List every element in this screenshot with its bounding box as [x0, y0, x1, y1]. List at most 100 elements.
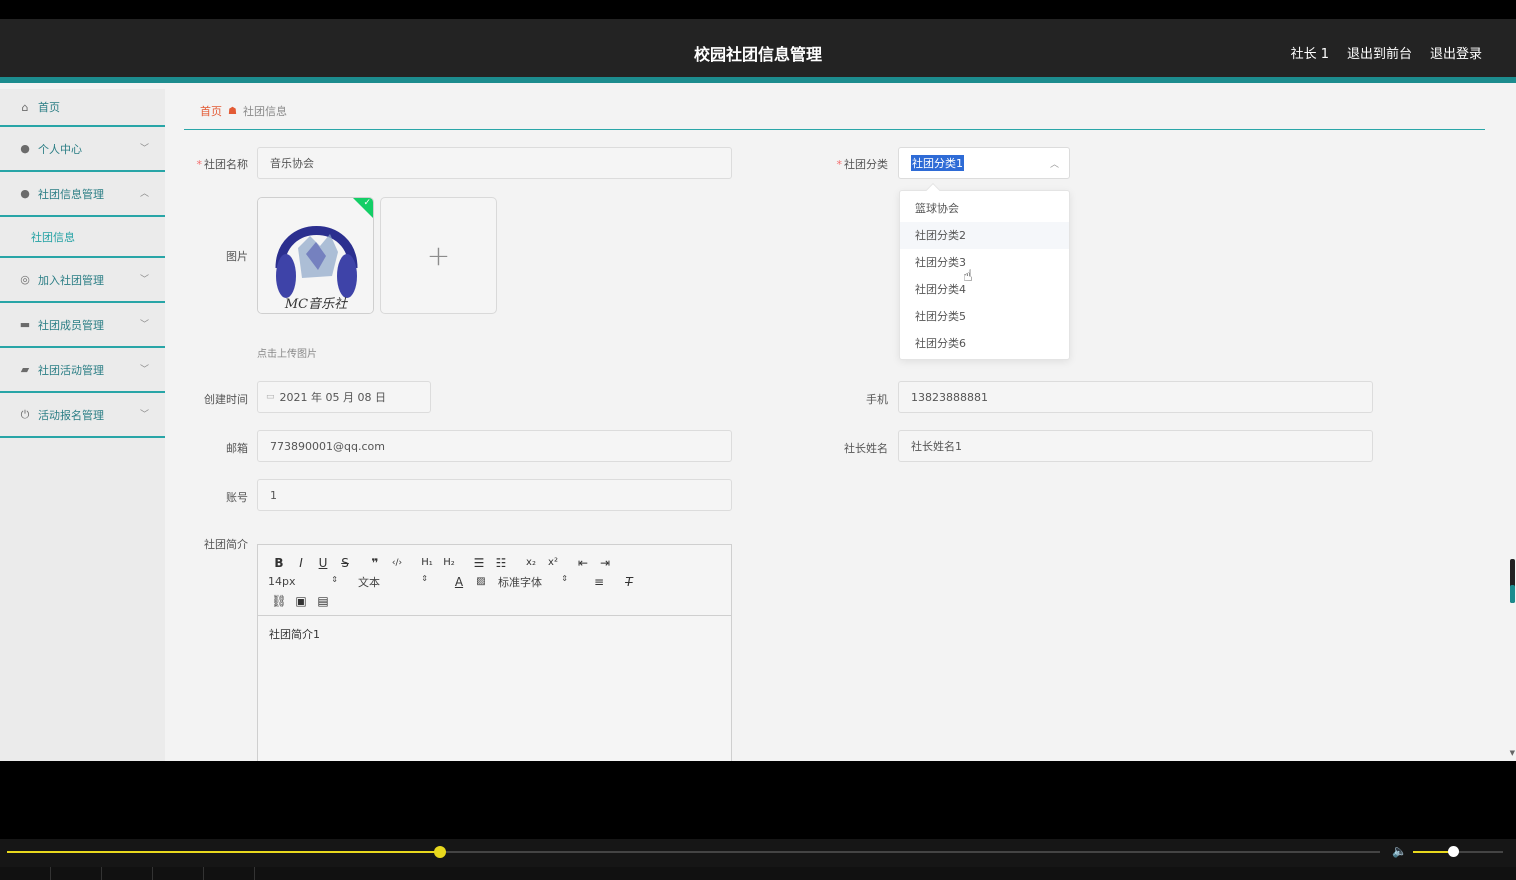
- outdent-icon[interactable]: ⇤: [572, 556, 594, 570]
- clear-format-icon[interactable]: T̶: [618, 575, 640, 589]
- volume-bar-remaining[interactable]: [1453, 851, 1503, 853]
- seek-bar-remaining[interactable]: [440, 851, 1380, 853]
- leader-name-input[interactable]: 社长姓名1: [898, 430, 1373, 462]
- sidebar-subitem-club-info[interactable]: 社团信息: [0, 217, 165, 258]
- taskbar-slot[interactable]: [0, 867, 51, 880]
- sidebar-item-label: 个人中心: [38, 142, 82, 156]
- taskbar-slot[interactable]: [204, 867, 255, 880]
- taskbar-slot[interactable]: [51, 867, 102, 880]
- seek-knob[interactable]: [434, 846, 446, 858]
- sidebar-item-join-club[interactable]: ◎ 加入社团管理 ﹀: [0, 258, 165, 303]
- user-icon: ●: [20, 142, 30, 155]
- sidebar-item-club-info[interactable]: ● 社团信息管理 ︿: [0, 172, 165, 217]
- font-color-icon[interactable]: A: [448, 575, 470, 589]
- sidebar-item-label: 社团信息管理: [38, 187, 104, 201]
- dropdown-option[interactable]: 社团分类5: [900, 303, 1069, 330]
- top-letterbox: [0, 0, 1516, 19]
- font-size-select[interactable]: 14px ⇕: [268, 575, 358, 588]
- chevron-down-icon: ﹀: [139, 275, 149, 285]
- chevron-up-icon: ︿: [139, 189, 149, 199]
- editor-toolbar: B I U S ❞ ‹/› H₁ H₂ ☰ ☷ x₂ x² ⇤ ⇥ 14px⇕: [258, 545, 731, 616]
- subscript-icon[interactable]: x₂: [520, 557, 542, 568]
- category-select[interactable]: 社团分类1 ︿: [898, 147, 1070, 179]
- chevron-down-icon: ﹀: [139, 365, 149, 375]
- volume-bar-level[interactable]: [1413, 851, 1453, 853]
- app-title: 校园社团信息管理: [693, 45, 822, 64]
- blockquote-icon[interactable]: ❞: [364, 556, 386, 570]
- uploaded-image-thumbnail[interactable]: MC音乐社 ✓: [257, 197, 374, 314]
- updown-icon: ⇕: [331, 575, 338, 584]
- account-input[interactable]: 1: [257, 479, 732, 511]
- club-name-input[interactable]: 音乐协会: [257, 147, 732, 179]
- text-type-select[interactable]: 文本 ⇕: [358, 574, 448, 590]
- updown-icon: ⇕: [561, 573, 568, 583]
- calendar-icon: ▭: [266, 392, 275, 402]
- chevron-down-icon: ﹀: [139, 410, 149, 420]
- phone-input[interactable]: 13823888881: [898, 381, 1373, 413]
- hand-cursor-icon: ☝: [963, 266, 973, 285]
- email-input[interactable]: 773890001@qq.com: [257, 430, 732, 462]
- heading1-icon[interactable]: H₁: [416, 557, 438, 568]
- bullet-list-icon[interactable]: ☷: [490, 556, 512, 570]
- check-icon: ✓: [363, 198, 371, 208]
- taskbar-slot[interactable]: [153, 867, 204, 880]
- front-page-link[interactable]: 退出到前台: [1347, 43, 1412, 62]
- breadcrumb: 首页 ☗ 社团信息: [200, 103, 287, 119]
- category-dropdown: 篮球协会 社团分类2 社团分类3 社团分类4 社团分类5 社团分类6: [899, 182, 1070, 360]
- sidebar-item-signups[interactable]: ⏻ 活动报名管理 ﹀: [0, 393, 165, 438]
- updown-icon: ⇕: [421, 573, 428, 583]
- scrollbar-thumb-accent: [1510, 585, 1515, 603]
- heading2-icon[interactable]: H₂: [438, 557, 460, 568]
- breadcrumb-home[interactable]: 首页: [200, 103, 222, 119]
- dropdown-option[interactable]: 社团分类6: [900, 330, 1069, 357]
- link-icon[interactable]: ⛓: [268, 594, 290, 608]
- wallet-icon: ▰: [20, 363, 30, 376]
- user-icon: ●: [20, 187, 30, 200]
- app-window: 校园社团信息管理 社长 1 退出到前台 退出登录 ⌂ 首页 ● 个人中心 ﹀ ●…: [0, 19, 1516, 761]
- upload-add-button[interactable]: +: [380, 197, 497, 314]
- created-date-picker[interactable]: ▭ 2021 年 05 月 08 日: [257, 381, 431, 413]
- volume-icon[interactable]: 🔈: [1392, 844, 1407, 858]
- video-icon[interactable]: ▤: [312, 594, 334, 608]
- sidebar-item-members[interactable]: ▬ 社团成员管理 ﹀: [0, 303, 165, 348]
- leader-label: 社长姓名: [844, 442, 888, 455]
- volume-knob[interactable]: [1448, 846, 1459, 857]
- underline-icon[interactable]: U: [312, 556, 334, 570]
- font-family-select[interactable]: 标准字体 ⇕: [498, 574, 588, 590]
- ordered-list-icon[interactable]: ☰: [468, 556, 490, 570]
- top-header: 校园社团信息管理 社长 1 退出到前台 退出登录: [0, 19, 1516, 83]
- sidebar-item-activities[interactable]: ▰ 社团活动管理 ﹀: [0, 348, 165, 393]
- indent-icon[interactable]: ⇥: [594, 556, 616, 570]
- phone-label: 手机: [866, 393, 888, 406]
- bold-icon[interactable]: B: [268, 556, 290, 570]
- seek-bar-played[interactable]: [7, 851, 440, 853]
- dropdown-option[interactable]: 社团分类2: [900, 222, 1069, 249]
- italic-icon[interactable]: I: [290, 556, 312, 570]
- background-color-icon[interactable]: ▨: [470, 576, 492, 587]
- dropdown-option[interactable]: 社团分类4: [900, 276, 1069, 303]
- plus-icon: +: [426, 239, 451, 272]
- player-controls: 🔈: [0, 839, 1516, 867]
- editor-content[interactable]: 社团简介1: [258, 616, 731, 652]
- breadcrumb-separator-icon: ☗: [228, 105, 237, 117]
- align-icon[interactable]: ≡: [588, 575, 610, 589]
- sidebar-item-profile[interactable]: ● 个人中心 ﹀: [0, 127, 165, 172]
- dropdown-option[interactable]: 篮球协会: [900, 195, 1069, 222]
- breadcrumb-current: 社团信息: [242, 105, 287, 118]
- account-label: 账号: [226, 491, 248, 504]
- chevron-up-icon: ︿: [1049, 160, 1059, 170]
- strikethrough-icon[interactable]: S: [334, 556, 356, 570]
- created-label: 创建时间: [204, 393, 248, 406]
- dropdown-option[interactable]: 社团分类3: [900, 249, 1069, 276]
- current-user-link[interactable]: 社长 1: [1291, 43, 1329, 62]
- taskbar-slot[interactable]: [102, 867, 153, 880]
- logout-link[interactable]: 退出登录: [1430, 43, 1482, 62]
- sidebar-item-home[interactable]: ⌂ 首页: [0, 89, 165, 127]
- superscript-icon[interactable]: x²: [542, 557, 564, 568]
- image-icon[interactable]: ▣: [290, 594, 312, 608]
- code-icon[interactable]: ‹/›: [386, 558, 408, 568]
- page-scrollbar[interactable]: ▼: [1508, 89, 1516, 761]
- email-label: 邮箱: [226, 442, 248, 455]
- main-content: 首页 ☗ 社团信息 * 社团名称 音乐协会 * 社团分类 社团分类1 ︿ 篮球协会 …: [184, 89, 1485, 761]
- scroll-down-icon[interactable]: ▼: [1510, 749, 1515, 757]
